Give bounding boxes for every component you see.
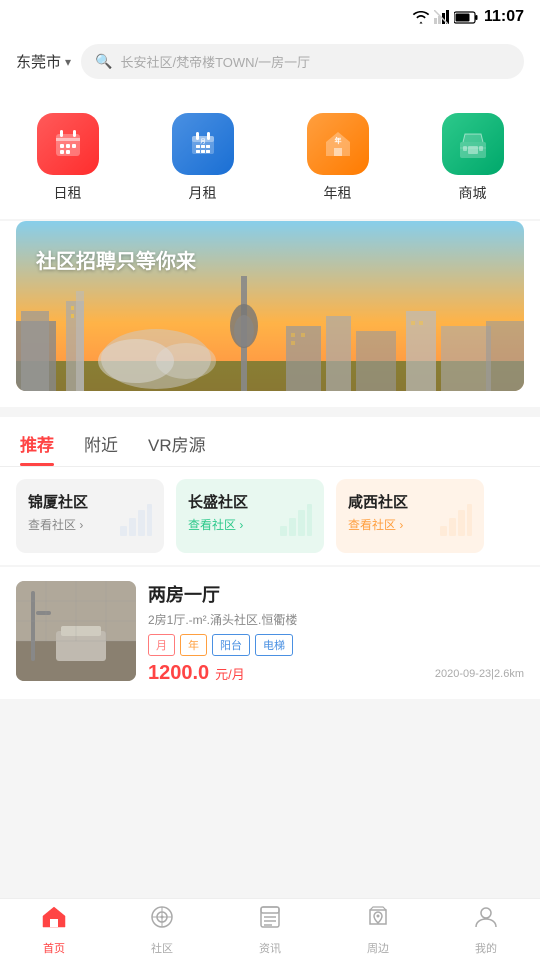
chart-icon-0 [118,502,154,545]
category-daily[interactable]: 日租 [37,113,99,203]
nav-nearby[interactable]: 周边 [348,898,408,960]
search-icon: 🔍 [95,53,112,70]
svg-text:月: 月 [199,138,205,145]
nav-community-label: 社区 [151,940,173,956]
search-bar: 东莞市 ▾ 🔍 长安社区/梵帝楼TOWN/一房一厅 [0,34,540,93]
city-name: 东莞市 [16,51,61,72]
tabs-row: 推荐 附近 VR房源 [0,417,540,466]
city-selector[interactable]: 东莞市 ▾ [16,51,71,72]
home-icon [41,904,67,937]
nav-news[interactable]: 资讯 [240,898,300,960]
community-card-0[interactable]: 锦厦社区 查看社区 › [16,479,164,553]
listing-meta: 2020-09-23|2.6km [435,668,524,680]
listing-price: 1200.0 [148,662,209,685]
svg-text:年: 年 [334,136,341,145]
listing-tags: 月 年 阳台 电梯 [148,634,524,656]
nav-home-label: 首页 [43,940,65,956]
nav-mine[interactable]: 我的 [456,898,516,960]
tabs-section: 推荐 附近 VR房源 锦厦社区 查看社区 › 长盛社区 [0,417,540,565]
community-icon [149,904,175,937]
listing-photo [16,581,136,681]
banner-image: 社区招聘只等你来 [16,221,524,391]
community-card-2[interactable]: 咸西社区 查看社区 › [336,479,484,553]
listing-card[interactable]: 两房一厅 2房1厅.-m².涌头社区.恒衢楼 月 年 阳台 电梯 1200.0 … [16,581,524,685]
tag-elevator: 电梯 [255,634,293,656]
nav-home[interactable]: 首页 [24,898,84,960]
listing-image [16,581,136,681]
community-card-1[interactable]: 长盛社区 查看社区 › [176,479,324,553]
banner-text: 社区招聘只等你来 [36,245,196,274]
tag-month: 月 [148,634,175,656]
battery-icon [454,11,478,24]
yearly-icon: 年 [307,113,369,175]
listing-info: 两房一厅 2房1厅.-m².涌头社区.恒衢楼 月 年 阳台 电梯 1200.0 … [148,581,524,685]
nav-community[interactable]: 社区 [132,898,192,960]
monthly-icon: 月 [172,113,234,175]
tag-balcony: 阳台 [212,634,250,656]
monthly-label: 月租 [189,183,217,203]
signal-icon [434,10,450,24]
status-icons [412,10,478,24]
categories-section: 日租 月 月租 [0,93,540,219]
category-yearly[interactable]: 年 年租 [307,113,369,203]
tag-year: 年 [180,634,207,656]
tab-nearby[interactable]: 附近 [84,431,118,466]
listing-desc: 2房1厅.-m².涌头社区.恒衢楼 [148,611,524,628]
status-bar: 11:07 [0,0,540,34]
nav-mine-label: 我的 [475,940,497,956]
listing-price-unit: 元/月 [215,664,245,683]
mall-icon [442,113,504,175]
search-input-wrap[interactable]: 🔍 长安社区/梵帝楼TOWN/一房一厅 [81,44,524,79]
tab-recommend[interactable]: 推荐 [20,431,54,466]
mine-icon [473,904,499,937]
chevron-down-icon: ▾ [65,55,71,69]
wifi-icon [412,10,430,24]
news-icon [257,904,283,937]
nav-nearby-label: 周边 [367,940,389,956]
yearly-label: 年租 [324,183,352,203]
community-cards-row: 锦厦社区 查看社区 › 长盛社区 查看社区 › [0,467,540,565]
listing-price-row: 1200.0 元/月 2020-09-23|2.6km [148,662,524,685]
status-time: 11:07 [484,8,524,26]
nav-news-label: 资讯 [259,940,281,956]
daily-icon [37,113,99,175]
chart-icon-2 [438,502,474,545]
daily-label: 日租 [54,183,82,203]
search-placeholder: 长安社区/梵帝楼TOWN/一房一厅 [120,52,310,71]
listing-section: 两房一厅 2房1厅.-m².涌头社区.恒衢楼 月 年 阳台 电梯 1200.0 … [0,567,540,699]
nearby-icon [365,904,391,937]
listing-title: 两房一厅 [148,581,524,607]
category-monthly[interactable]: 月 月租 [172,113,234,203]
chart-icon-1 [278,502,314,545]
tab-vr[interactable]: VR房源 [148,431,206,466]
banner-section: 社区招聘只等你来 [0,221,540,407]
category-mall[interactable]: 商城 [442,113,504,203]
bottom-nav: 首页 社区 资讯 [0,898,540,960]
mall-label: 商城 [459,183,487,203]
